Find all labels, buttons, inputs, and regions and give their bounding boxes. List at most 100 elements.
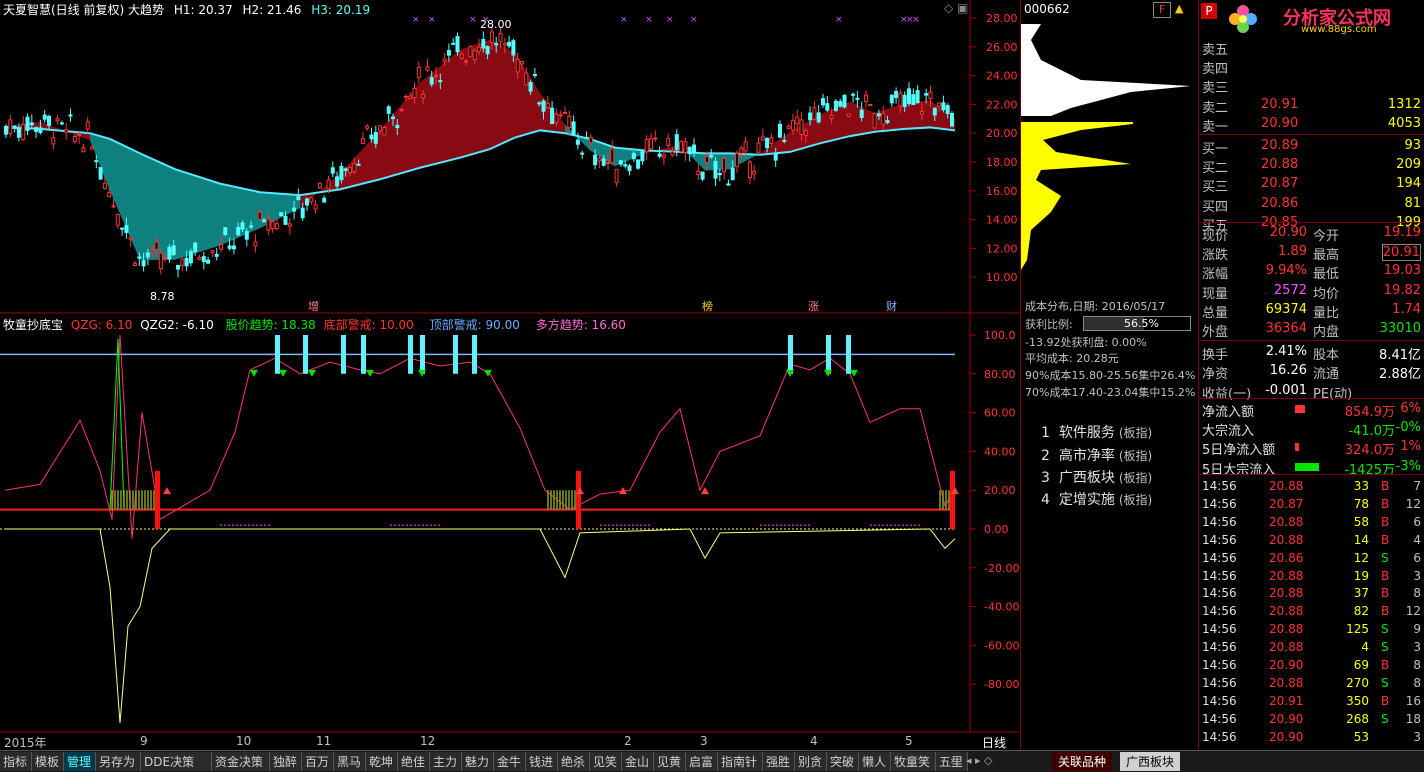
sell-level-row[interactable]: 卖一 20.90 4053: [1199, 115, 1424, 135]
formula-tab[interactable]: 别贪: [795, 752, 827, 771]
formula-tab[interactable]: 绝佳: [398, 752, 430, 771]
candle-up: [472, 50, 477, 61]
event-label-4[interactable]: 财: [886, 298, 897, 314]
candle-up: [515, 58, 520, 73]
candle-down: [343, 168, 348, 171]
related-item[interactable]: 2 高市净率 (板指): [1041, 445, 1152, 465]
candle-up: [735, 152, 739, 168]
candle-up: [756, 142, 761, 153]
buy-level-row[interactable]: 买二 20.88 209: [1199, 156, 1424, 176]
tab-nav-icons[interactable]: ◂ ▸ ◇: [966, 754, 993, 767]
formula-tab[interactable]: 资金决策: [212, 752, 270, 771]
formula-tab[interactable]: 见黄: [654, 752, 686, 771]
related-item[interactable]: 1 软件服务 (板指): [1041, 422, 1152, 442]
formula-tab[interactable]: 百万: [302, 752, 334, 771]
sell-level-label: 卖四: [1202, 62, 1229, 78]
stat-value: 69374: [1265, 301, 1307, 317]
candle-down: [296, 196, 301, 201]
formula-tab[interactable]: 管理: [64, 752, 96, 771]
candle-down: [709, 154, 714, 158]
tick-time: 14:56: [1202, 568, 1237, 583]
period-label[interactable]: 日线: [982, 734, 1006, 751]
flow-pct: 6%: [1400, 401, 1421, 416]
formula-tab[interactable]: 另存为: [96, 752, 141, 771]
formula-tab[interactable]: 牧童笑: [891, 752, 936, 771]
formula-tab[interactable]: 启富: [686, 752, 718, 771]
related-item[interactable]: 3 广西板块 (板指): [1041, 467, 1152, 487]
top-signal-bar: [472, 335, 477, 374]
tick-volume: 78: [1353, 496, 1369, 511]
tick-side: S: [1381, 550, 1389, 565]
formula-tab[interactable]: 独醉: [270, 752, 302, 771]
candle-down: [124, 225, 129, 234]
buy-level-row[interactable]: 买四 20.86 81: [1199, 195, 1424, 215]
date-tick: 4: [810, 734, 818, 748]
event-label-3[interactable]: 涨: [808, 298, 819, 314]
event-label-2[interactable]: 榜: [702, 298, 713, 314]
related-item[interactable]: 4 定增实施 (板指): [1041, 489, 1152, 509]
sell-level-row[interactable]: 卖五: [1199, 38, 1424, 58]
event-label-1[interactable]: 增: [308, 298, 319, 314]
candle-down: [902, 94, 907, 107]
formula-tab[interactable]: 强胜: [763, 752, 795, 771]
candle-down: [29, 122, 34, 126]
formula-tab[interactable]: 金山: [622, 752, 654, 771]
candle-up: [760, 136, 765, 141]
sell-level-row[interactable]: 卖四: [1199, 57, 1424, 78]
formula-tab[interactable]: 指南针: [718, 752, 763, 771]
date-tick: 9: [140, 734, 148, 748]
candle-down: [537, 102, 542, 105]
formula-tab[interactable]: 魅力: [462, 752, 494, 771]
stat-value: 19.82: [1383, 282, 1421, 298]
buy-level-row[interactable]: 买一 20.89 93: [1199, 137, 1424, 157]
formula-tab[interactable]: 主力: [430, 752, 462, 771]
indicator-name[interactable]: 牧童抄底宝: [3, 318, 63, 332]
formula-tab[interactable]: 指标: [0, 752, 32, 771]
chart-area[interactable]: × × × × × × × × × × × × 28.00 26.00 24.00 22.00 20.00 18…: [0, 0, 1020, 750]
buy-volume: 93: [1404, 138, 1421, 153]
tick-price: 20.88: [1269, 568, 1304, 583]
candle-up: [309, 197, 314, 203]
top-signal-bar: [826, 335, 831, 374]
chart-options-icon[interactable]: ◇ ▣: [944, 1, 968, 15]
candle-up: [434, 74, 438, 77]
stat-value: 33010: [1379, 321, 1421, 336]
profit-label: 获利比例:: [1025, 318, 1073, 331]
formula-tab[interactable]: 黑马: [334, 752, 366, 771]
candle-up: [928, 91, 933, 100]
candle-down: [631, 152, 636, 160]
cost-histogram-white: [1021, 24, 1191, 116]
tab-related-products[interactable]: 关联品种: [1052, 752, 1113, 771]
formula-tab[interactable]: 金牛: [494, 752, 526, 771]
candle-up: [111, 205, 116, 208]
tab-guangxi[interactable]: 广西板块: [1120, 752, 1181, 771]
kline-chart[interactable]: × × × × × × × × × ××× 28.0026.0024.0022.0020.0018…: [0, 0, 1020, 750]
formula-tab[interactable]: 钱进: [526, 752, 558, 771]
formula-tab[interactable]: 绝杀: [558, 752, 590, 771]
tab-scroll-right-icon[interactable]: ›: [950, 754, 954, 767]
stat-row: 涨幅 9.94% 最低 19.03: [1199, 262, 1424, 283]
formula-tab[interactable]: 突破: [827, 752, 859, 771]
candle-down: [627, 165, 632, 172]
sell-level-row[interactable]: 卖二 20.91 1312: [1199, 96, 1424, 116]
formula-tab[interactable]: 懒人: [859, 752, 891, 771]
p-icon[interactable]: P: [1201, 3, 1217, 19]
candle-down: [782, 139, 787, 142]
candle-up: [102, 182, 107, 189]
stat-row: 净资 16.26 流通 2.88亿: [1199, 362, 1424, 382]
formula-tab[interactable]: 见笑: [590, 752, 622, 771]
candle-up: [408, 95, 413, 99]
buy-price: 20.87: [1261, 176, 1299, 192]
tick-time: 14:56: [1202, 729, 1237, 744]
buy-level-row[interactable]: 买三 20.87 194: [1199, 175, 1424, 195]
formula-tab[interactable]: DDE决策: [141, 752, 212, 771]
formula-tab[interactable]: 乾坤: [366, 752, 398, 771]
sell-level-row[interactable]: 卖三: [1199, 76, 1424, 96]
stat-label: 最低: [1313, 267, 1340, 283]
trend-value: 股价趋势: 18.38: [225, 318, 316, 332]
candle-up: [812, 107, 817, 120]
formula-tab[interactable]: 模板: [32, 752, 64, 771]
stat-value: 2.41%: [1265, 344, 1307, 360]
candle-down: [279, 212, 284, 217]
stat-value: 36364: [1265, 321, 1307, 336]
